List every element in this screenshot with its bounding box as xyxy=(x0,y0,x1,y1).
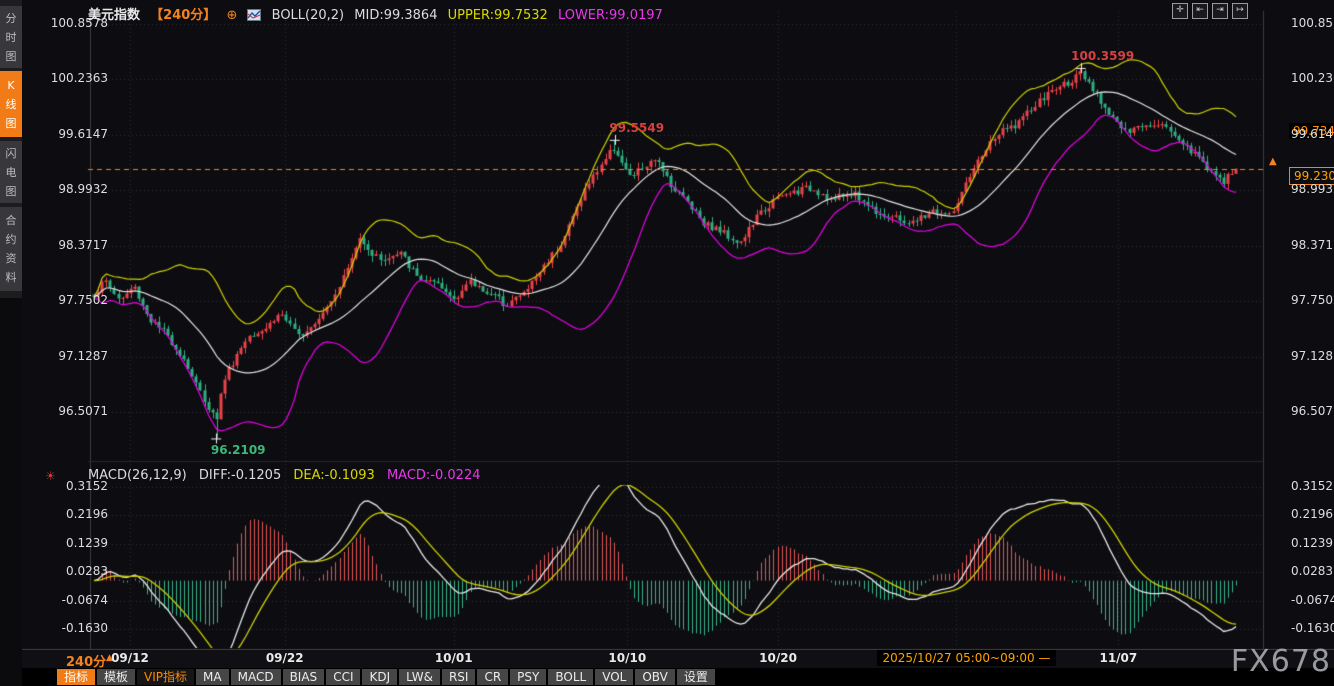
macd-header: MACD(26,12,9) DIFF:-0.1205 DEA:-0.1093 M… xyxy=(88,468,489,483)
toolbar-button-MA[interactable]: MA xyxy=(196,669,229,685)
candlestick-chart-canvas[interactable] xyxy=(22,0,1334,650)
macd-axis-label-right: 0.1239 xyxy=(1291,536,1333,550)
date-label: 11/07 xyxy=(1099,651,1137,665)
toolbar-button-PSY[interactable]: PSY xyxy=(510,669,546,685)
price-annotation-low: 96.2109 xyxy=(211,443,266,457)
toolbar-button-KDJ[interactable]: KDJ xyxy=(362,669,397,685)
boll-upper-value: UPPER:99.7532 xyxy=(448,8,548,23)
price-annotation-high: 99.5549 xyxy=(609,121,664,135)
toolbar-button-VOL[interactable]: VOL xyxy=(595,669,633,685)
macd-axis-label-right: 0.3152 xyxy=(1291,479,1333,493)
price-axis-label-left: 98.3717 xyxy=(46,238,108,252)
price-axis-label-right: 99.6147 xyxy=(1291,127,1334,141)
toolbar-button-CR[interactable]: CR xyxy=(477,669,508,685)
price-axis-label-left: 98.9932 xyxy=(46,182,108,196)
price-axis-label-right: 97.7502 xyxy=(1291,293,1334,307)
toolbar-button-设置[interactable]: 设置 xyxy=(677,669,715,685)
macd-diff-value: DIFF:-0.1205 xyxy=(199,468,281,483)
sidebar: 分时图 K线图闪电图合约资料 xyxy=(0,0,22,686)
toolbar-button-RSI[interactable]: RSI xyxy=(442,669,476,685)
toolbar-button-LW&[interactable]: LW& xyxy=(399,669,440,685)
date-label: 09/22 xyxy=(266,651,304,665)
macd-axis-label-right: 0.2196 xyxy=(1291,507,1333,521)
macd-axis-label-left: 0.0283 xyxy=(46,564,108,578)
macd-axis-label-right: -0.1630 xyxy=(1291,621,1334,635)
zoom-vertical-icon[interactable]: ⇥ xyxy=(1212,3,1228,19)
price-axis-label-right: 97.1287 xyxy=(1291,349,1334,363)
price-axis-label-left: 100.8578 xyxy=(46,16,108,30)
interval-badge: 【240分】 xyxy=(150,8,216,23)
trading-app-window: 分时图 K线图闪电图合约资料 美元指数 【240分】 ⊕ BOLL(20,2) M… xyxy=(0,0,1334,686)
macd-axis-label-right: 0.0283 xyxy=(1291,564,1333,578)
sidebar-tab-K线图[interactable]: K线图 xyxy=(0,71,22,137)
macd-axis-label-left: 0.2196 xyxy=(46,507,108,521)
indicator-chart-icon[interactable] xyxy=(247,9,261,25)
toolbar-button-MACD[interactable]: MACD xyxy=(231,669,281,685)
boll-lower-value: LOWER:99.0197 xyxy=(558,8,663,23)
price-axis-label-right: 100.8578 xyxy=(1291,16,1334,30)
add-indicator-icon[interactable]: ⊕ xyxy=(226,8,237,23)
price-axis-label-left: 97.7502 xyxy=(46,293,108,307)
price-axis-label-right: 98.3717 xyxy=(1291,238,1334,252)
sidebar-tab-闪电图[interactable]: 闪电图 xyxy=(0,141,22,203)
chart-region: 美元指数 【240分】 ⊕ BOLL(20,2) MID:99.3864 UPP… xyxy=(22,0,1334,650)
price-axis-label-left: 100.2363 xyxy=(46,71,108,85)
sidebar-tab-分时图[interactable]: 分时图 xyxy=(0,6,22,68)
price-annotation-high: 100.3599 xyxy=(1071,49,1134,63)
macd-axis-label-left: -0.0674 xyxy=(46,593,108,607)
price-axis-label-right: 96.5071 xyxy=(1291,404,1334,418)
macd-axis-label-right: -0.0674 xyxy=(1291,593,1334,607)
toolbar-button-OBV[interactable]: OBV xyxy=(635,669,675,685)
price-axis-label-right: 98.9932 xyxy=(1291,182,1334,196)
price-axis-label-left: 96.5071 xyxy=(46,404,108,418)
time-axis-row: 240分 ▲ 2025/10/27 05:00~09:00 — 09/1209/… xyxy=(22,650,1334,668)
toolbar-button-BIAS[interactable]: BIAS xyxy=(283,669,325,685)
macd-axis-label-left: -0.1630 xyxy=(46,621,108,635)
macd-axis-label-left: 0.1239 xyxy=(46,536,108,550)
date-label: 10/01 xyxy=(435,651,473,665)
exit-icon[interactable]: ↦ xyxy=(1232,3,1248,19)
zoom-horizontal-icon[interactable]: ⇤ xyxy=(1192,3,1208,19)
date-label: 09/12 xyxy=(111,651,149,665)
toolbar-button-BOLL[interactable]: BOLL xyxy=(548,669,593,685)
price-axis-label-left: 99.6147 xyxy=(46,127,108,141)
watermark: FX678 xyxy=(1231,644,1331,679)
price-axis-label-right: 100.2363 xyxy=(1291,71,1334,85)
selected-candle-time: 2025/10/27 05:00~09:00 — xyxy=(877,650,1055,666)
window-controls: ✛⇤⇥↦ xyxy=(1172,3,1248,19)
toolbar-button-指标[interactable]: 指标 xyxy=(57,669,95,685)
toolbar-button-VIP指标[interactable]: VIP指标 xyxy=(137,669,194,685)
macd-axis-label-left: 0.3152 xyxy=(46,479,108,493)
indicator-toolbar: 指标模板VIP指标MAMACDBIASCCIKDJLW&RSICRPSYBOLL… xyxy=(22,668,1334,686)
chart-header: 美元指数 【240分】 ⊕ BOLL(20,2) MID:99.3864 UPP… xyxy=(88,4,669,25)
sidebar-tab-合约资料[interactable]: 合约资料 xyxy=(0,207,22,291)
move-crosshair-icon[interactable]: ✛ xyxy=(1172,3,1188,19)
boll-indicator-label: BOLL(20,2) xyxy=(272,8,345,23)
price-direction-arrow-icon: ▲ xyxy=(1269,156,1277,167)
toolbar-button-模板[interactable]: 模板 xyxy=(97,669,135,685)
price-axis-label-left: 97.1287 xyxy=(46,349,108,363)
date-label: 10/10 xyxy=(608,651,646,665)
macd-macd-value: MACD:-0.0224 xyxy=(387,468,481,483)
boll-mid-value: MID:99.3864 xyxy=(354,8,437,23)
macd-dea-value: DEA:-0.1093 xyxy=(293,468,374,483)
date-label: 10/20 xyxy=(759,651,797,665)
toolbar-button-CCI[interactable]: CCI xyxy=(326,669,360,685)
